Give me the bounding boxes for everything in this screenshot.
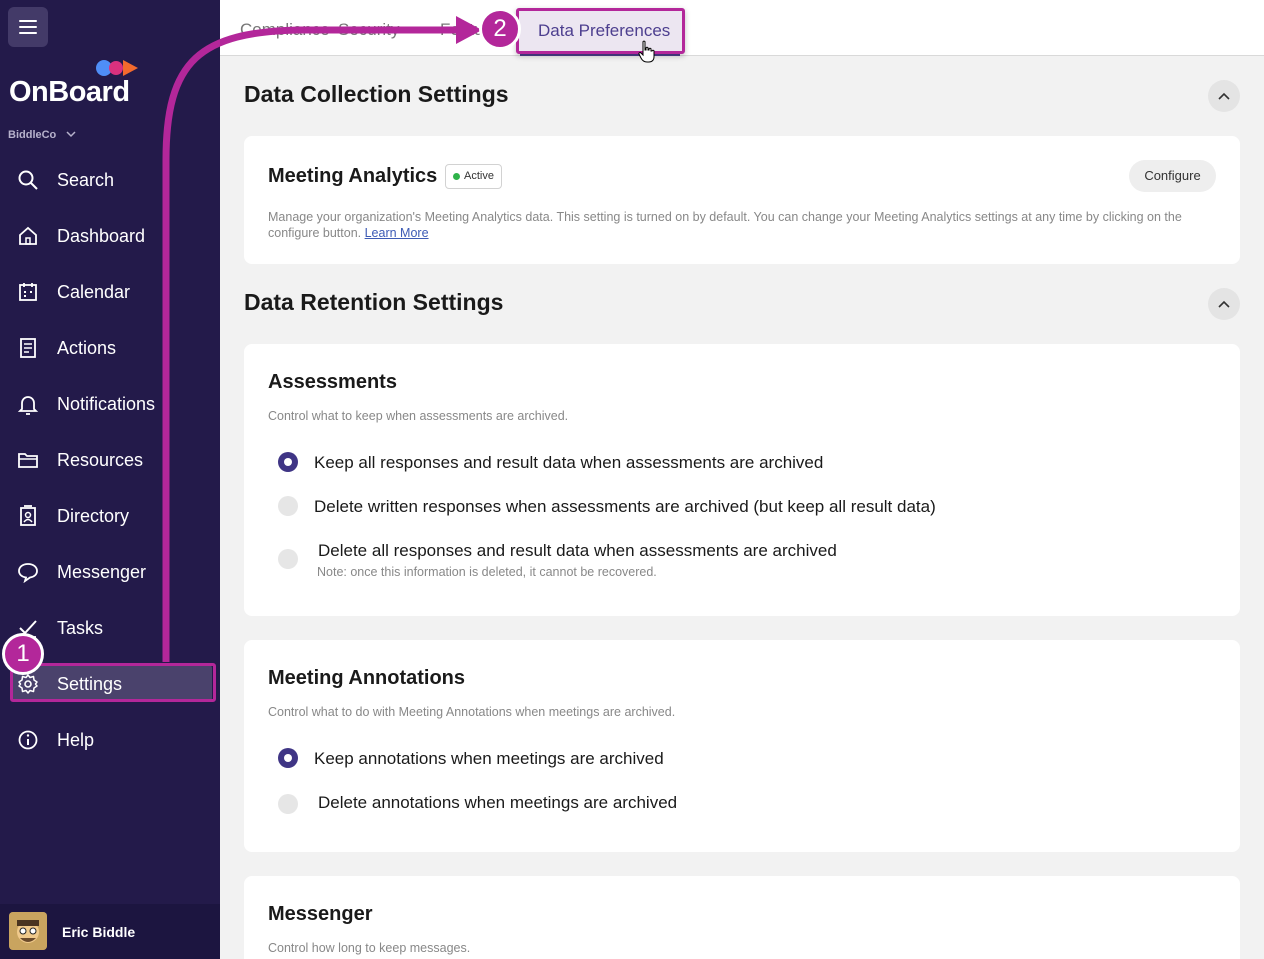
assessments-option-keep-all[interactable]: Keep all responses and result data when … [278,451,1178,475]
annotations-option-delete[interactable]: Delete annotations when meetings are arc… [278,791,1178,815]
meeting-analytics-description: Manage your organization's Meeting Analy… [268,209,1218,241]
gear-icon [18,674,38,694]
hamburger-menu-button[interactable] [8,7,48,47]
check-icon [19,620,37,638]
info-icon [18,730,38,750]
user-profile[interactable]: Eric Biddle [0,904,220,959]
search-icon [18,170,38,190]
sidebar-item-actions[interactable]: Actions [0,327,220,367]
sidebar-item-label: Tasks [57,618,104,638]
tab-data-preferences[interactable]: Data Preferences [538,20,670,40]
sidebar-item-label: Notifications [57,394,156,414]
sidebar-item-settings[interactable]: Settings [0,663,220,703]
status-dot-icon [453,173,460,180]
home-icon [19,226,37,245]
assessments-card: Assessments Control what to keep when as… [244,344,1240,616]
sidebar-item-label: Actions [57,338,117,358]
settings-tabbar: Compliance Security Features Data Prefer… [220,0,1264,56]
sidebar-item-label: Resources [57,450,144,470]
assessments-title: Assessments [268,371,397,393]
avatar-illustration-icon [9,912,47,950]
radio-button-checked[interactable] [278,748,298,768]
meeting-annotations-description: Control what to do with Meeting Annotati… [268,705,676,719]
assessments-description: Control what to keep when assessments ar… [268,409,569,423]
radio-label: Delete written responses when assessment… [314,497,936,516]
radio-label: Delete annotations when meetings are arc… [318,793,678,812]
sidebar-item-label: Directory [57,506,130,526]
status-badge-label: Active [464,170,494,182]
chat-icon [18,563,38,583]
data-retention-title: Data Retention Settings [244,289,504,315]
sidebar-item-help[interactable]: Help [0,719,220,759]
sidebar-item-label: Search [57,170,115,190]
chevron-up-icon [1218,300,1230,308]
messenger-description: Control how long to keep messages. [268,941,471,955]
collapse-data-retention-button[interactable] [1208,288,1240,320]
radio-note: Note: once this information is deleted, … [317,565,657,579]
sidebar: OnBoard BiddleCo Search Dashboard Calend… [0,0,220,959]
bell-icon [17,396,39,415]
meeting-analytics-title: Meeting Analytics [268,165,438,187]
radio-label: Delete all responses and result data whe… [318,541,837,560]
configure-button[interactable]: Configure [1129,160,1216,192]
directory-icon [20,505,36,526]
meeting-annotations-card: Meeting Annotations Control what to do w… [244,640,1240,852]
status-badge: Active [445,164,502,189]
meeting-annotations-title: Meeting Annotations [268,667,466,689]
tab-compliance[interactable]: Compliance [240,20,330,40]
radio-label: Keep annotations when meetings are archi… [314,749,664,768]
sidebar-item-messenger[interactable]: Messenger [0,551,220,591]
folder-icon [18,453,38,468]
meeting-analytics-card: Meeting Analytics Active Configure Manag… [244,136,1240,264]
org-name: BiddleCo [8,129,57,141]
sidebar-item-label: Settings [57,674,123,694]
radio-label: Keep all responses and result data when … [314,453,824,472]
assessments-option-delete-written[interactable]: Delete written responses when assessment… [278,495,1178,519]
logo-dots-icon [96,60,138,76]
sidebar-item-directory[interactable]: Directory [0,495,220,535]
annotations-option-keep[interactable]: Keep annotations when meetings are archi… [278,747,1178,771]
tab-security[interactable]: Security [338,20,399,40]
tab-features[interactable]: Features [440,20,507,40]
logo-text: OnBoard [9,76,130,108]
messenger-title: Messenger [268,903,373,925]
messenger-card: Messenger Control how long to keep messa… [244,876,1240,959]
sidebar-item-resources[interactable]: Resources [0,439,220,479]
actions-icon [20,338,36,358]
sidebar-item-label: Help [57,730,95,750]
assessments-option-delete-all[interactable]: Delete all responses and result data whe… [278,539,1178,583]
radio-button[interactable] [278,794,298,814]
sidebar-item-label: Messenger [57,562,147,582]
calendar-icon [19,283,37,301]
data-collection-title: Data Collection Settings [244,81,509,107]
radio-button[interactable] [278,496,298,516]
sidebar-item-label: Calendar [57,282,131,302]
user-name: Eric Biddle [62,924,136,940]
sidebar-item-dashboard[interactable]: Dashboard [0,215,220,255]
sidebar-item-label: Dashboard [57,226,146,246]
main-content: Data Collection Settings Meeting Analyti… [220,56,1264,959]
sidebar-item-tasks[interactable]: Tasks [0,607,220,647]
sidebar-item-notifications[interactable]: Notifications [0,383,220,423]
avatar [9,912,47,950]
chevron-up-icon [1218,92,1230,100]
org-switcher[interactable]: BiddleCo [8,129,76,141]
sidebar-item-search[interactable]: Search [0,159,220,199]
chevron-down-icon [66,131,76,138]
onboard-logo[interactable]: OnBoard [9,58,149,114]
collapse-data-collection-button[interactable] [1208,80,1240,112]
radio-button-checked[interactable] [278,452,298,472]
sidebar-item-calendar[interactable]: Calendar [0,271,220,311]
learn-more-link[interactable]: Learn More [365,226,429,240]
radio-button[interactable] [278,549,298,569]
